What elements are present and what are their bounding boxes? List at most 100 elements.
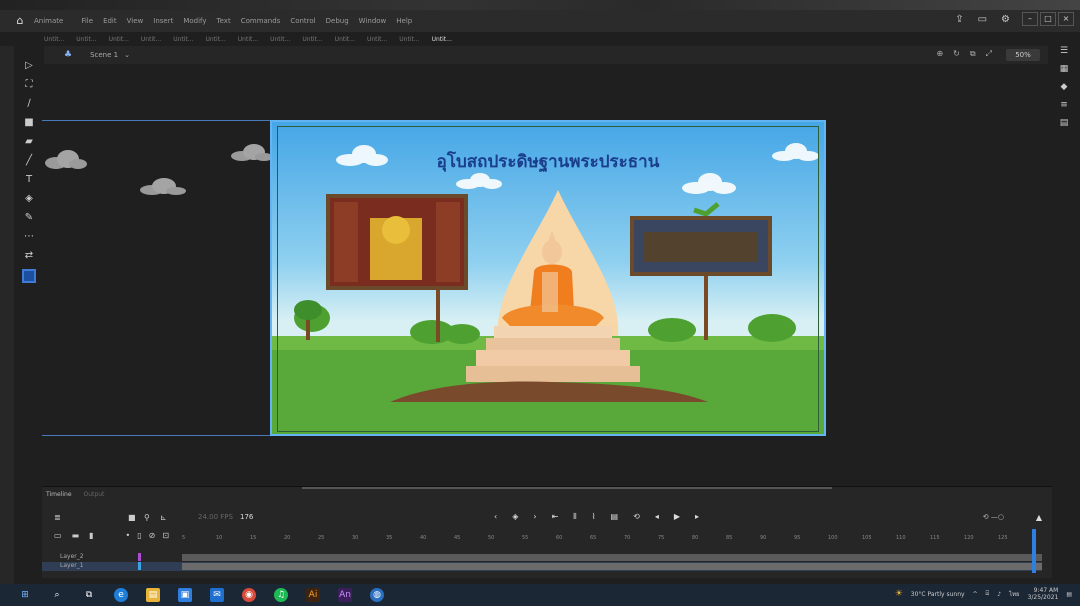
highlight-icon[interactable]: • (126, 531, 131, 540)
doc-tab[interactable]: Untit... (44, 36, 64, 43)
loop-icon[interactable]: ⟲ (633, 512, 640, 522)
doc-tab-active[interactable]: Untit... (432, 36, 452, 43)
layer-row-selected[interactable]: Layer_1 (42, 562, 1042, 571)
windows-start-icon[interactable]: ⊞ (18, 588, 32, 602)
spotify-icon[interactable]: ♫ (274, 588, 288, 602)
tab-timeline[interactable]: Timeline (46, 491, 72, 498)
animate-icon[interactable]: An (338, 588, 352, 602)
network-icon[interactable]: ⌸ (986, 590, 990, 598)
menu-insert[interactable]: Insert (153, 17, 173, 25)
doc-tab[interactable]: Untit... (302, 36, 322, 43)
layer-name[interactable]: Layer_2 (60, 553, 84, 560)
scene-icon[interactable]: ♣ (64, 50, 72, 60)
volume-icon[interactable]: ♪ (997, 591, 1001, 598)
offstage-cloud[interactable] (44, 148, 88, 170)
menu-view[interactable]: View (127, 17, 144, 25)
text-tool-icon[interactable]: T (26, 174, 32, 185)
eyedropper-icon[interactable]: ✎ (25, 212, 33, 223)
step-back-icon[interactable]: ◂ (655, 512, 659, 522)
timeline-divider[interactable] (302, 487, 832, 489)
stage[interactable]: อุโบสถประดิษฐานพระประธาน (270, 120, 826, 436)
transform-tool-icon[interactable]: ⛶ (26, 79, 33, 90)
menu-control[interactable]: Control (290, 17, 315, 25)
graph-icon[interactable]: ⊾ (160, 513, 167, 522)
photos-icon[interactable]: ◍ (370, 588, 384, 602)
tab-output[interactable]: Output (84, 491, 105, 498)
next-keyframe-icon[interactable]: › (533, 512, 536, 522)
camera-icon[interactable]: ■ (128, 513, 136, 522)
menu-text[interactable]: Text (217, 17, 231, 25)
doc-tab[interactable]: Untit... (141, 36, 161, 43)
align-panel-icon[interactable]: ≡ (1060, 100, 1068, 110)
menu-modify[interactable]: Modify (183, 17, 206, 25)
keyframe-icon[interactable]: ◈ (512, 512, 518, 522)
task-view-icon[interactable]: ⧉ (82, 588, 96, 602)
playhead[interactable] (1032, 529, 1036, 573)
store-icon[interactable]: ▣ (178, 588, 192, 602)
minimize-button[interactable]: – (1022, 12, 1038, 26)
properties-panel-icon[interactable]: ☰ (1060, 46, 1068, 56)
menu-help[interactable]: Help (396, 17, 412, 25)
paint-bucket-icon[interactable]: ◈ (25, 193, 33, 204)
tray-chevron-icon[interactable]: ^ (973, 591, 978, 598)
menu-file[interactable]: File (81, 17, 93, 25)
rotate-icon[interactable]: ↻ (953, 49, 960, 59)
search-icon[interactable]: ⌕ (50, 588, 64, 602)
edge-icon[interactable]: e (114, 588, 128, 602)
doc-tab[interactable]: Untit... (335, 36, 355, 43)
frame-readout[interactable]: 176 (240, 513, 253, 521)
doc-tab[interactable]: Untit... (205, 36, 225, 43)
library-panel-icon[interactable]: ▦ (1060, 64, 1069, 74)
brush-tool-icon[interactable]: ∕ (27, 98, 30, 109)
layer-frames[interactable] (182, 554, 1042, 561)
weather-icon[interactable]: ☀ (895, 589, 903, 599)
fit-icon[interactable]: ⤢ (986, 49, 992, 59)
lock-icon[interactable]: ⊡ (162, 531, 169, 540)
rectangle-tool-icon[interactable]: ■ (24, 117, 33, 128)
onion-skin-icon[interactable]: ⇤ (552, 512, 559, 522)
timeline-zoom-slider[interactable]: ⟲ —○ (983, 513, 1004, 521)
outline-icon[interactable]: ⊘ (149, 531, 156, 540)
line-tool-icon[interactable]: ╱ (26, 155, 32, 166)
show-hide-icon[interactable]: ▯ (137, 531, 141, 540)
illustrator-icon[interactable]: Ai (306, 588, 320, 602)
layer-row[interactable]: Layer_2 (42, 553, 1042, 562)
maximize-button[interactable]: □ (1040, 12, 1056, 26)
folder-icon[interactable]: ▬ (72, 531, 80, 540)
keyframe-marker[interactable] (138, 562, 141, 570)
frame-ruler[interactable]: 5 10 15 20 25 30 35 40 45 50 55 60 65 70… (182, 535, 1042, 545)
chrome-icon[interactable]: ◉ (242, 588, 256, 602)
pin-icon[interactable]: ⚲ (144, 513, 150, 522)
doc-tab[interactable]: Untit... (173, 36, 193, 43)
new-layer-icon[interactable]: ▭ (54, 531, 62, 540)
fill-color-swatch[interactable] (22, 269, 36, 283)
clip-icon[interactable]: ⧉ (970, 49, 976, 59)
play-icon[interactable]: ▶ (674, 512, 680, 522)
zoom-select[interactable]: 50% (1006, 49, 1040, 61)
menu-edit[interactable]: Edit (103, 17, 117, 25)
components-panel-icon[interactable]: ▤ (1060, 118, 1069, 128)
doc-tab[interactable]: Untit... (76, 36, 96, 43)
delete-layer-icon[interactable]: ▮ (89, 531, 93, 540)
mail-icon[interactable]: ✉ (210, 588, 224, 602)
workspace-icon[interactable]: ▭ (978, 14, 987, 25)
selection-tool-icon[interactable]: ▷ (25, 60, 33, 71)
weather-text[interactable]: 30°C Partly sunny (911, 591, 965, 598)
doc-tab[interactable]: Untit... (238, 36, 258, 43)
layer-options-icon[interactable]: ≣ (54, 513, 61, 522)
home-icon[interactable]: ⌂ (12, 13, 28, 29)
prev-keyframe-icon[interactable]: ‹ (494, 512, 497, 522)
layer-name[interactable]: Layer_1 (60, 562, 84, 569)
settings-icon[interactable]: ⚙ (1001, 14, 1010, 25)
menu-commands[interactable]: Commands (241, 17, 281, 25)
language-indicator[interactable]: ไทย (1009, 589, 1020, 599)
insert-frame-icon[interactable]: ▤ (611, 512, 619, 522)
doc-tab[interactable]: Untit... (367, 36, 387, 43)
share-icon[interactable]: ⇪ (955, 14, 963, 25)
scene-label[interactable]: Scene 1 (90, 51, 118, 59)
clock[interactable]: 9:47 AM 3/25/2021 (1028, 587, 1059, 601)
more-tools-icon[interactable]: ⋯ (24, 231, 34, 242)
file-explorer-icon[interactable]: ▤ (146, 588, 160, 602)
onion-multi-icon[interactable]: ⫴ (573, 512, 576, 522)
menu-debug[interactable]: Debug (326, 17, 349, 25)
